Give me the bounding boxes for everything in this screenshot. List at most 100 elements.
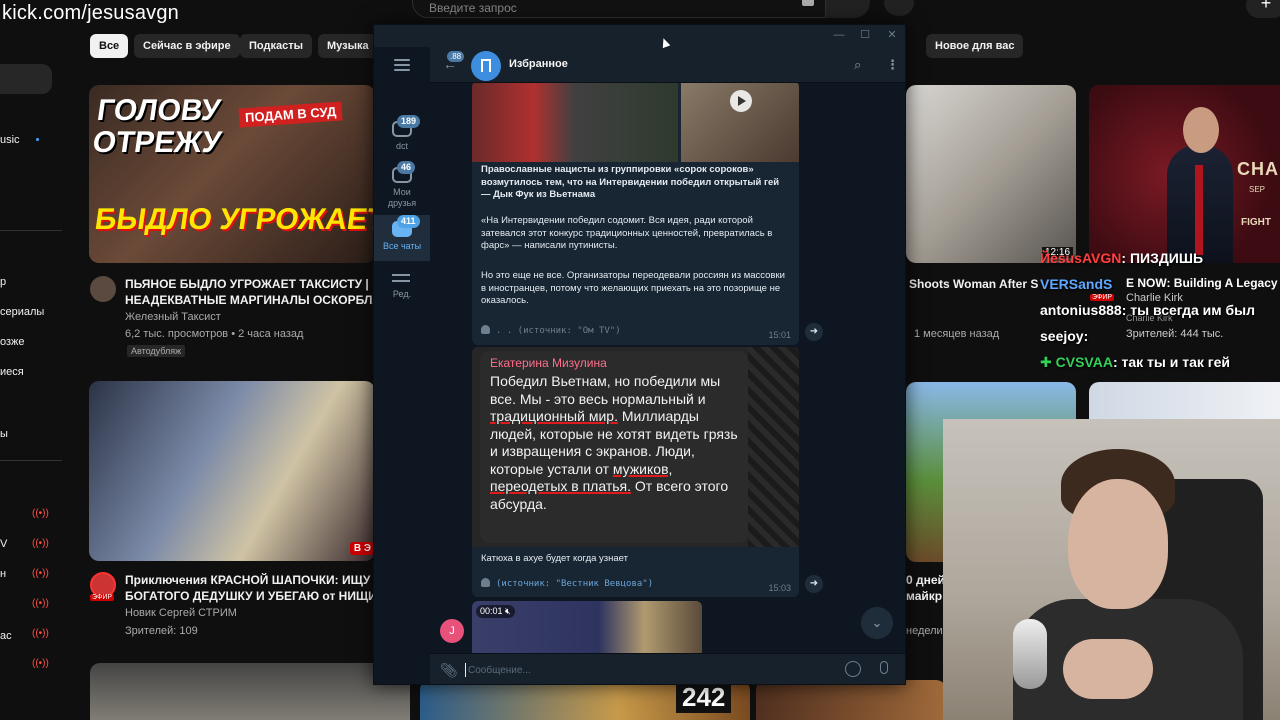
video-title[interactable]: майкр <box>906 588 946 604</box>
attach-icon[interactable]: 📎︎ <box>440 662 458 679</box>
folder-friends[interactable]: 46 Мои друзья <box>374 161 430 213</box>
chip-new[interactable]: Новое для вас <box>926 34 1024 58</box>
sidebar-item-active[interactable] <box>0 64 52 94</box>
folder-edit[interactable]: Ред. <box>374 263 430 313</box>
maximize-button[interactable]: ☐ <box>857 28 873 42</box>
youtube-topbar: kick.com/jesusavgn Введите запрос + <box>0 0 1280 24</box>
user-icon <box>481 325 490 334</box>
unread-badge: .88 <box>447 51 465 62</box>
chat-user: ✚ CVSVAA <box>1040 354 1113 370</box>
sender-avatar[interactable]: J <box>440 619 464 643</box>
message-video[interactable] <box>681 83 799 162</box>
thumbnail-score: 242 <box>676 682 732 713</box>
sidebar-item-subscription[interactable]: н <box>0 568 6 580</box>
chat-title[interactable]: Избранное <box>509 58 568 70</box>
youtube-sidebar: usic р сериалы озже иеся ы ((•)) V ((•))… <box>0 30 64 720</box>
sidebar-item[interactable]: р <box>0 276 6 288</box>
message-text: Но это еще не все. Организаторы переодев… <box>481 270 785 307</box>
message-bubble[interactable]: Православные нацисты из группировки «сор… <box>472 83 799 345</box>
video-thumbnail[interactable]: В Э <box>89 381 375 561</box>
video-thumbnail[interactable] <box>90 663 410 720</box>
chat-message: VERSandS <box>1040 276 1112 292</box>
forward-button[interactable]: ➜ <box>805 575 823 593</box>
thumbnail-face <box>1183 107 1219 153</box>
sidebar-divider <box>0 460 62 461</box>
sidebar-item-later[interactable]: озже <box>0 336 25 348</box>
chip-all[interactable]: Все <box>90 34 129 58</box>
keyboard-icon[interactable] <box>802 0 814 6</box>
video-title[interactable]: 0 дней г <box>906 572 946 588</box>
window-titlebar[interactable]: — ☐ ✕ <box>374 25 905 47</box>
unread-badge: 46 <box>397 161 416 174</box>
sidebar-divider <box>0 230 62 231</box>
video-stats: Зрителей: 109 <box>125 625 198 637</box>
message-list[interactable]: Православные нацисты из группировки «сор… <box>430 83 905 653</box>
message-caption: Катюха в ахуе будет когда узнает <box>481 553 629 564</box>
forward-button[interactable]: ➜ <box>805 323 823 341</box>
channel-name[interactable]: Новик Сергей СТРИМ <box>125 607 237 619</box>
search-button[interactable] <box>826 0 870 18</box>
video-thumbnail[interactable]: CHA SEP FIGHT <box>1089 85 1280 263</box>
minimize-button[interactable]: — <box>831 28 847 42</box>
message-bubble[interactable]: Екатерина Мизулина Победил Вьетнам, но п… <box>472 347 799 597</box>
channel-avatar[interactable] <box>90 276 116 302</box>
sidebar-item-series[interactable]: сериалы <box>0 306 44 318</box>
quote-screenshot[interactable]: Екатерина Мизулина Победил Вьетнам, но п… <box>472 347 799 547</box>
voice-search-button[interactable] <box>884 0 914 16</box>
live-icon: ((•)) <box>32 568 49 579</box>
voice-message-icon[interactable] <box>880 661 888 674</box>
video-stats: 1 месяцев назад <box>914 328 1000 340</box>
sidebar-item-subscription[interactable]: ас <box>0 630 12 642</box>
emoji-icon[interactable] <box>845 661 861 677</box>
screen: kick.com/jesusavgn Введите запрос + usic… <box>0 0 1280 720</box>
thumbnail-text: FIGHT <box>1241 217 1271 228</box>
video-title[interactable]: Приключения КРАСНОЙ ШАПОЧКИ: ИЩУ <box>125 572 375 588</box>
message-time: 15:03 <box>768 583 791 593</box>
menu-icon[interactable] <box>394 59 410 71</box>
sidebar-item-music[interactable]: usic <box>0 134 20 146</box>
chat-text: : так ты и так гей <box>1112 354 1230 370</box>
video-thumbnail[interactable] <box>756 680 946 720</box>
folder-label: Мои друзья <box>387 187 417 208</box>
chip-podcasts[interactable]: Подкасты <box>240 34 312 58</box>
sidebar-item[interactable]: ы <box>0 428 8 440</box>
live-icon: ((•)) <box>32 658 49 669</box>
video-stats: недели <box>906 625 943 637</box>
message-input[interactable] <box>468 662 828 678</box>
search-icon[interactable]: ⌕ <box>854 57 861 73</box>
live-icon: ((•)) <box>32 538 49 549</box>
live-avatar-badge: ЭФИР <box>1090 294 1115 301</box>
folder-all-chats[interactable]: 411 Все чаты <box>374 215 430 261</box>
channel-name[interactable]: Железный Таксист <box>125 311 221 323</box>
video-title[interactable]: ПЬЯНОЕ БЫДЛО УГРОЖАЕТ ТАКСИСТУ | <box>125 276 375 292</box>
sidebar-item-subscription[interactable]: V <box>0 538 7 550</box>
bookmark-icon <box>481 59 491 72</box>
saved-messages-avatar[interactable] <box>471 51 501 81</box>
message-photo[interactable] <box>472 83 678 162</box>
message-composer: 📎︎ <box>430 653 905 684</box>
close-button[interactable]: ✕ <box>884 28 900 42</box>
play-icon[interactable] <box>730 90 752 112</box>
video-title[interactable]: БОГАТОГО ДЕДУШКУ И УБЕГАЮ от НИЩИХ <box>125 588 375 604</box>
live-viewers: Зрителей: 444 тыс. <box>1126 328 1224 340</box>
scroll-down-button[interactable]: ⌄ <box>861 607 893 639</box>
sidebar-item-liked[interactable]: иеся <box>0 366 24 378</box>
video-thumbnail[interactable]: 242 <box>420 680 750 720</box>
chip-music[interactable]: Музыка <box>318 34 378 58</box>
live-badge: В Э <box>349 542 375 555</box>
message-bubble[interactable]: 00:01 🔇︎ <box>472 601 702 653</box>
folder-dct[interactable]: 189 dct <box>374 115 430 165</box>
search-input[interactable]: Введите запрос <box>412 0 826 18</box>
video-thumbnail[interactable] <box>906 85 1076 263</box>
user-icon <box>481 578 490 587</box>
folder-label: Ред. <box>392 289 412 299</box>
video-thumbnail[interactable]: ГОЛОВУ ОТРЕЖУ ПОДАМ В СУД БЫДЛО УГРОЖАЕТ <box>89 85 375 263</box>
live-video-title: E NOW: Building A Legacy <box>1126 276 1278 290</box>
video-title[interactable]: НЕАДЕКВАТНЫЕ МАРГИНАЛЫ ОСКОРБЛЯЮ <box>125 292 375 308</box>
chat-header: ← .88 Избранное ⌕ ⋮ <box>430 47 905 83</box>
create-button[interactable]: + <box>1246 0 1280 18</box>
more-options-icon[interactable]: ⋮ <box>886 57 899 73</box>
thumbnail-tie <box>1195 165 1203 255</box>
chip-live[interactable]: Сейчас в эфире <box>134 34 240 58</box>
video-title[interactable]: Shoots Woman After She <box>909 276 1039 292</box>
